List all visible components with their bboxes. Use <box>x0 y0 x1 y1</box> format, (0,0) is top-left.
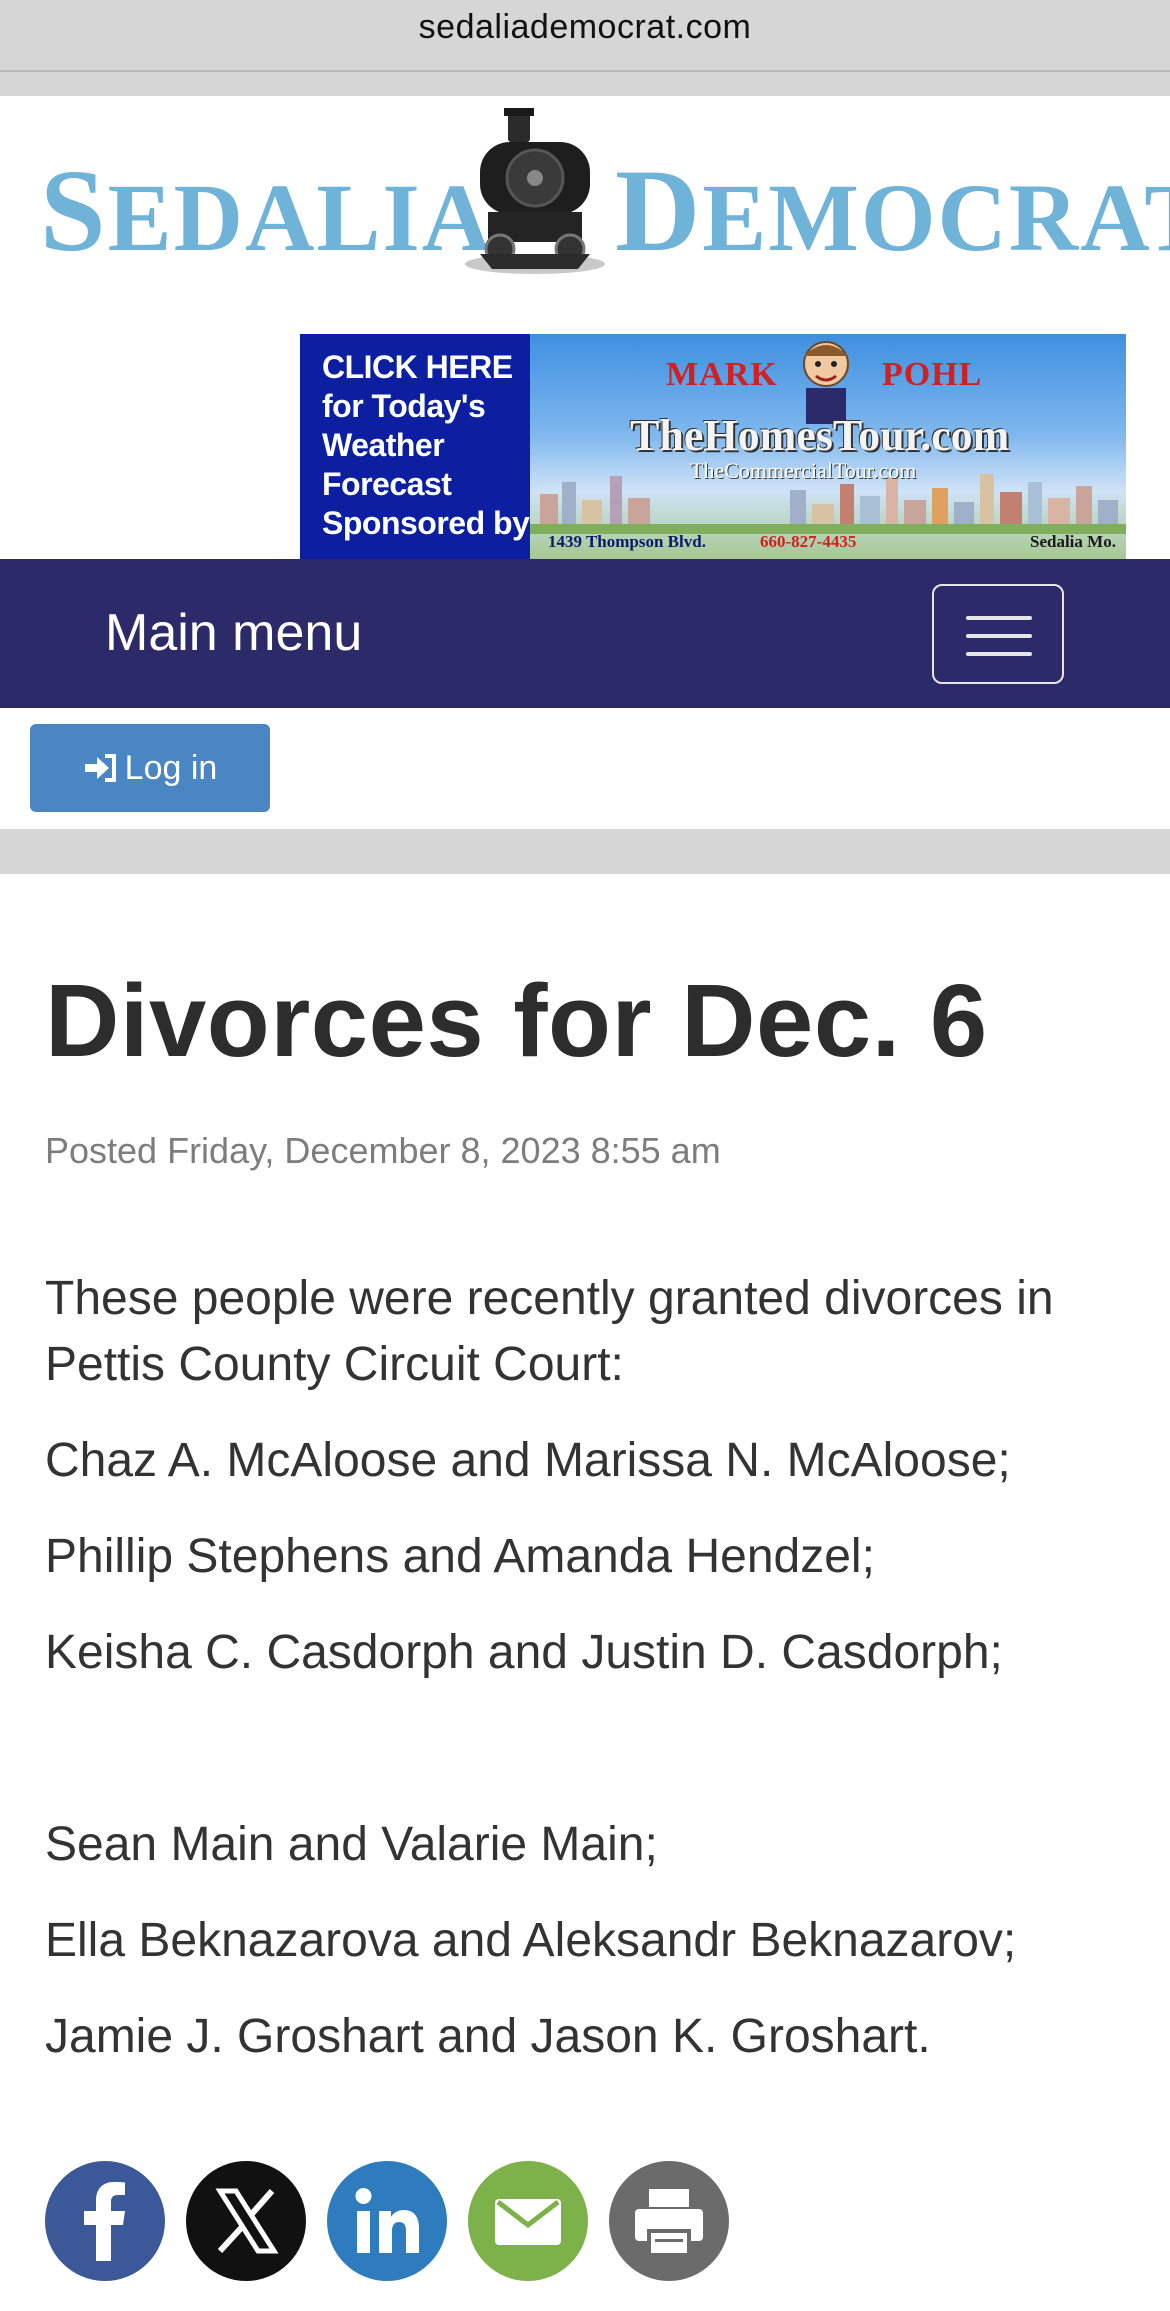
weather-sponsor-ad[interactable]: CLICK HERE for Today's Weather Forecast … <box>300 334 1126 559</box>
divorce-entry: Jamie J. Groshart and Jason K. Groshart. <box>45 2010 931 2063</box>
ad-city: Sedalia Mo. <box>1030 532 1116 551</box>
divorce-entry: Ella Beknazarova and Aleksandr Beknazaro… <box>45 1914 1017 1967</box>
divorce-entry: Sean Main and Valarie Main; <box>45 1818 658 1871</box>
logo-text-left: SEDALIA <box>40 145 494 276</box>
print-share-button[interactable] <box>609 2161 729 2281</box>
ad-name-first: MARK <box>666 356 778 393</box>
main-menu-title[interactable]: Main menu <box>105 603 362 663</box>
content-spacer <box>0 829 1170 874</box>
site-logo[interactable]: SEDALIA DEMOCRAT <box>40 104 1170 279</box>
article-posted-date: Posted Friday, December 8, 2023 8:55 am <box>45 1130 721 1171</box>
top-spacer <box>0 72 1170 96</box>
browser-url-bar[interactable]: sedaliademocrat.com <box>0 0 1170 72</box>
locomotive-icon <box>465 108 605 274</box>
linkedin-icon <box>355 2188 419 2253</box>
masthead: SEDALIA DEMOCRAT <box>0 96 1170 328</box>
email-icon <box>495 2199 561 2245</box>
sign-in-icon <box>84 754 116 782</box>
main-nav: Main menu <box>0 559 1170 708</box>
article-headline: Divorces for Dec. 6 <box>45 963 988 1078</box>
login-label: Log in <box>124 748 218 787</box>
login-button[interactable]: Log in <box>30 724 270 812</box>
divorce-entry: Chaz A. McAloose and Marissa N. McAloose… <box>45 1434 1011 1487</box>
printer-icon <box>635 2189 703 2257</box>
linkedin-share-button[interactable] <box>327 2161 447 2281</box>
divorce-entry: Phillip Stephens and Amanda Hendzel; <box>45 1530 875 1583</box>
ad-line: Forecast <box>322 466 452 502</box>
ad-weather-callout: CLICK HERE for Today's Weather Forecast … <box>300 334 530 559</box>
ad-line: CLICK HERE <box>322 349 513 385</box>
ad-sub-site: TheCommercialTour.com <box>690 458 917 483</box>
ad-line: Weather <box>322 427 445 463</box>
ad-phone: 660-827-4435 <box>760 532 857 551</box>
facebook-share-button[interactable] <box>45 2161 165 2281</box>
ad-site: TheHomesTour.com <box>630 411 1010 460</box>
article-intro: These people were recently granted divor… <box>45 1272 1054 1391</box>
login-area: Log in <box>0 708 1170 829</box>
logo-text-right: DEMOCRAT <box>615 145 1170 276</box>
email-share-button[interactable] <box>468 2161 588 2281</box>
facebook-icon <box>84 2182 125 2261</box>
ad-name-last: POHL <box>882 356 983 393</box>
ad-sponsor-panel: MARK POHL TheHomesTour.com TheCommercial… <box>530 334 1126 559</box>
x-share-button[interactable] <box>186 2161 306 2281</box>
menu-toggle-button[interactable] <box>932 584 1064 684</box>
divorce-entry: Keisha C. Casdorph and Justin D. Casdorp… <box>45 1626 1003 1679</box>
ad-address: 1439 Thompson Blvd. <box>548 532 706 551</box>
ad-line: Sponsored by <box>322 505 530 541</box>
ad-line: for Today's <box>322 388 486 424</box>
x-icon <box>215 2188 279 2254</box>
browser-url[interactable]: sedaliademocrat.com <box>419 8 752 47</box>
